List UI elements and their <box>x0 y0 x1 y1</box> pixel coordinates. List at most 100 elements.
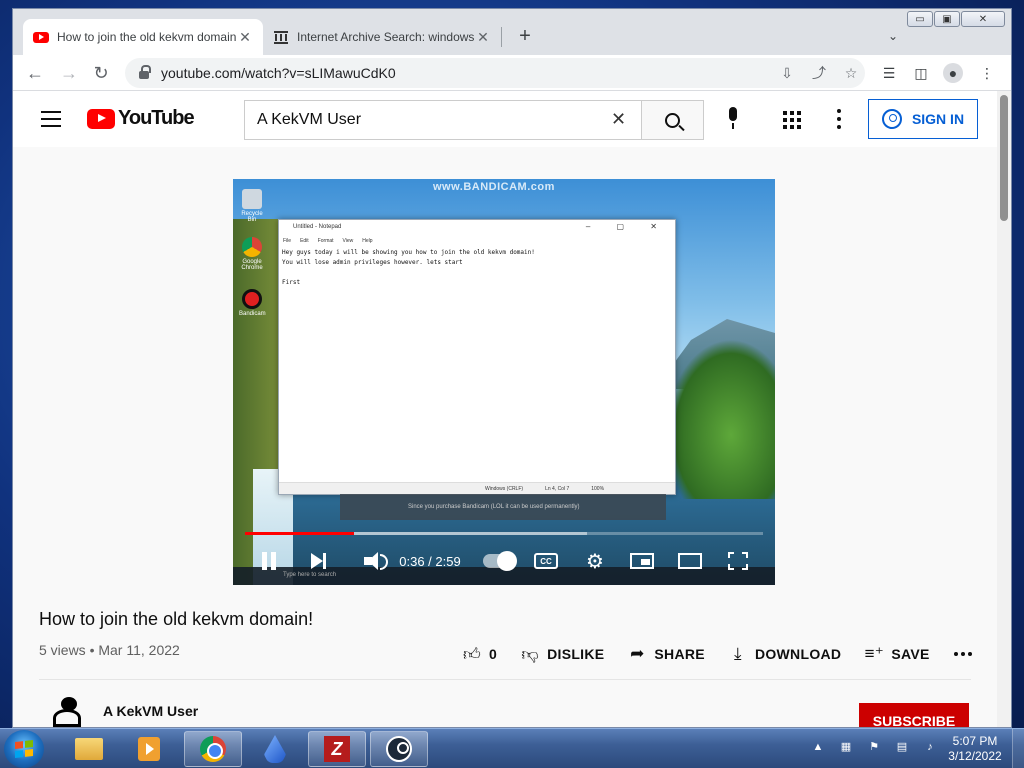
show-desktop-button[interactable] <box>1012 729 1024 768</box>
scrollbar-thumb[interactable] <box>1000 95 1008 221</box>
video-actions: 👍︎ 0 👎︎ DISLIKE ➦ SHARE ⤓ DOWNLOAD ≡⁺ SAVE <box>461 641 975 667</box>
youtube-page: YouTube A KekVM User ✕ SIGN IN www.BANDI… <box>13 91 999 727</box>
close-window-button[interactable]: ✕ <box>961 11 1005 27</box>
save-label: SAVE <box>891 646 930 662</box>
chrome-window: How to join the old kekvm domain! ✕ Inte… <box>12 8 1012 728</box>
autoplay-icon <box>483 551 517 571</box>
install-icon[interactable]: ⇩ <box>777 63 797 83</box>
divider <box>39 679 971 680</box>
minimize-button[interactable]: ▭ <box>907 11 933 27</box>
account-circle-icon <box>881 109 902 129</box>
media-player-icon <box>138 737 160 761</box>
app-taskbar-button[interactable] <box>246 731 304 767</box>
hamburger-menu-icon[interactable] <box>41 111 61 127</box>
taskbar-clock[interactable]: 5:07 PM 3/12/2022 <box>945 734 1005 764</box>
settings-kebab-icon[interactable] <box>837 109 841 129</box>
forward-arrow-icon[interactable]: → <box>57 61 81 85</box>
channel-avatar[interactable] <box>49 691 85 727</box>
dislike-button[interactable]: 👎︎ DISLIKE <box>519 643 604 665</box>
autoplay-toggle[interactable] <box>481 549 517 573</box>
chrome-icon <box>200 736 226 762</box>
steam-icon <box>386 736 412 762</box>
network-icon[interactable]: ▤ <box>894 739 910 755</box>
like-button[interactable]: 👍︎ 0 <box>461 643 497 665</box>
system-tray: ▲ ▦ ⚑ ▤ ♪ <box>810 739 950 755</box>
page-scrollbar[interactable] <box>997 91 1011 727</box>
browser-toolbar: ← → ↻ youtube.com/watch?v=sLIMawuCdK0 ⇩ … <box>13 55 1011 91</box>
youtube-play-logo-icon <box>87 108 115 129</box>
new-tab-button[interactable]: + <box>513 23 537 49</box>
notepad-window: Untitled - Notepad ‒ ▢ ✕ File Edit Format Vi… <box>278 219 676 495</box>
apps-grid-icon[interactable] <box>783 111 801 129</box>
gear-icon: ⚙ <box>586 550 604 573</box>
start-button[interactable] <box>4 730 44 768</box>
search-input[interactable]: A KekVM User <box>244 100 641 140</box>
fullscreen-button[interactable] <box>727 549 749 573</box>
voice-search-microphone-icon[interactable] <box>721 107 745 133</box>
tab-search-button[interactable]: ⌄ <box>881 23 905 49</box>
youtube-logo[interactable]: YouTube <box>87 107 195 130</box>
sign-in-button[interactable]: SIGN IN <box>868 99 978 139</box>
video-player[interactable]: www.BANDICAM.com Recycle Bin Google Chro… <box>233 179 775 585</box>
share-label: SHARE <box>654 646 705 662</box>
skip-next-icon <box>311 553 326 569</box>
more-actions-icon[interactable] <box>953 652 975 656</box>
captions-button[interactable]: CC <box>533 549 559 573</box>
fullscreen-icon <box>728 552 748 570</box>
bandicam-desktop-icon: Bandicam <box>239 289 266 317</box>
bookmark-star-icon[interactable]: ☆ <box>841 63 861 83</box>
folder-icon <box>75 738 103 760</box>
tray-expand-icon[interactable]: ▲ <box>810 739 826 755</box>
pause-button[interactable] <box>261 549 277 573</box>
volume-icon <box>364 552 388 570</box>
chrome-taskbar-button[interactable] <box>184 731 242 767</box>
volume-tray-icon[interactable]: ♪ <box>922 739 938 755</box>
notepad-title: Untitled - Notepad ‒ ▢ ✕ <box>293 222 669 231</box>
next-video-button[interactable] <box>309 549 326 573</box>
miniplayer-icon <box>630 553 654 569</box>
tab-close-icon[interactable]: ✕ <box>237 29 253 46</box>
reading-list-icon[interactable]: ☰ <box>879 63 899 83</box>
share-icon[interactable]: ⤴ <box>809 63 829 83</box>
lock-icon[interactable] <box>139 65 151 79</box>
channel-name[interactable]: A KekVM User <box>103 703 198 719</box>
steam-taskbar-button[interactable] <box>370 731 428 767</box>
video-trees <box>665 339 775 499</box>
tray-app-icon[interactable]: ▦ <box>838 739 854 755</box>
save-button[interactable]: ≡⁺ SAVE <box>863 643 930 665</box>
sign-in-label: SIGN IN <box>911 111 965 127</box>
tab-internet-archive[interactable]: Internet Archive Search: windows ✕ <box>263 19 501 55</box>
windows-taskbar: Z ▲ ▦ ⚑ ▤ ♪ 5:07 PM 3/12/2022 <box>0 728 1024 768</box>
profile-avatar-icon[interactable]: ● <box>943 63 963 83</box>
tab-youtube[interactable]: How to join the old kekvm domain! ✕ <box>23 19 263 55</box>
download-button[interactable]: ⤓ DOWNLOAD <box>727 643 841 665</box>
window-controls: ▭ ▣ ✕ <box>906 11 1005 27</box>
clear-search-icon[interactable]: ✕ <box>611 109 626 130</box>
time-display: 0:36 / 2:59 <box>399 553 461 569</box>
thumbs-down-icon: 👎︎ <box>521 644 539 664</box>
maximize-button[interactable]: ▣ <box>934 11 960 27</box>
address-bar[interactable]: youtube.com/watch?v=sLIMawuCdK0 ⇩ ⤴ ☆ <box>125 58 865 88</box>
search-input-value: A KekVM User <box>257 111 362 128</box>
bandicam-watermark: www.BANDICAM.com <box>433 181 555 193</box>
action-center-icon[interactable]: ⚑ <box>866 739 882 755</box>
tab-strip: How to join the old kekvm domain! ✕ Inte… <box>13 9 1011 55</box>
search-button[interactable] <box>641 100 704 140</box>
miniplayer-button[interactable] <box>629 549 655 573</box>
filezilla-taskbar-button[interactable]: Z <box>308 731 366 767</box>
tab-close-icon[interactable]: ✕ <box>475 29 491 46</box>
mute-button[interactable] <box>355 549 388 573</box>
recycle-bin-icon: Recycle Bin <box>239 189 265 223</box>
explorer-taskbar-button[interactable] <box>60 731 118 767</box>
subscribe-button[interactable]: SUBSCRIBE <box>859 703 969 727</box>
theater-mode-button[interactable] <box>677 549 703 573</box>
notepad-statusbar: Windows (CRLF) Ln 4, Col 7 100% <box>279 482 675 494</box>
side-panel-icon[interactable]: ◫ <box>911 63 931 83</box>
reload-icon[interactable]: ↻ <box>89 61 113 85</box>
chrome-menu-icon[interactable]: ⋮ <box>977 63 997 83</box>
video-progress-bar[interactable] <box>245 532 763 536</box>
back-arrow-icon[interactable]: ← <box>23 61 47 85</box>
share-button[interactable]: ➦ SHARE <box>626 643 705 665</box>
media-player-taskbar-button[interactable] <box>120 731 178 767</box>
settings-button[interactable]: ⚙ <box>583 549 607 573</box>
